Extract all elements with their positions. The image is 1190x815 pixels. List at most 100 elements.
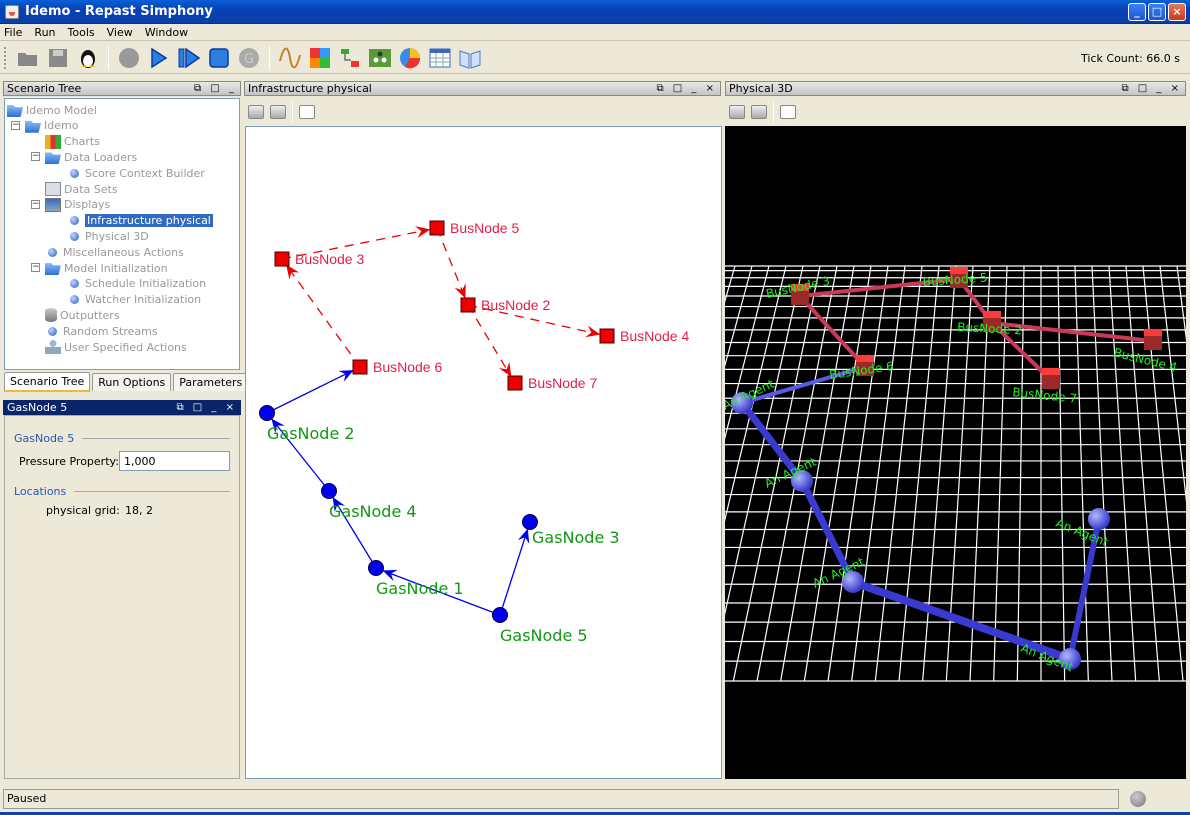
grid-line bbox=[898, 265, 940, 682]
movie-camera-icon[interactable] bbox=[751, 105, 767, 119]
table-icon bbox=[429, 48, 451, 67]
minimize-button[interactable]: _ bbox=[1128, 3, 1146, 21]
grid-line bbox=[1108, 265, 1137, 682]
wave-chart-icon bbox=[279, 47, 301, 68]
tree-item[interactable]: Data Loaders bbox=[45, 149, 137, 165]
tree-item-label: Physical 3D bbox=[85, 229, 149, 243]
info-icon[interactable] bbox=[1130, 791, 1146, 807]
start-run-button[interactable] bbox=[147, 46, 171, 70]
3d-label: BusNode 6 bbox=[828, 359, 894, 382]
tree-item[interactable]: Model Initialization bbox=[45, 260, 168, 276]
tree-item-label: Outputters bbox=[60, 308, 120, 322]
init-button[interactable] bbox=[117, 46, 141, 70]
tree-item[interactable]: Watcher Initialization bbox=[67, 292, 201, 308]
tree-item[interactable]: Score Context Builder bbox=[67, 165, 205, 181]
display3d-canvas[interactable]: BusNode 3 BusNode 5 BusNode 2 BusNode 6 BusN… bbox=[614, 126, 1190, 779]
tree-item[interactable]: Charts bbox=[45, 134, 100, 150]
tree-item[interactable]: Random Streams bbox=[45, 323, 158, 339]
panel-window-controls[interactable]: ⧉ □ _ × bbox=[1121, 82, 1182, 95]
tree-item[interactable]: Data Sets bbox=[45, 181, 118, 197]
pressure-input[interactable] bbox=[119, 451, 230, 471]
book-button[interactable] bbox=[458, 46, 482, 70]
panel-window-controls[interactable]: ⧉ □ _ × bbox=[656, 82, 717, 95]
tree-item[interactable]: Miscellaneous Actions bbox=[45, 244, 184, 260]
toolbar-separator bbox=[773, 102, 774, 122]
locations-section-title: Locations bbox=[14, 485, 230, 498]
linux-button[interactable] bbox=[76, 46, 100, 70]
color-grid-button[interactable] bbox=[308, 46, 332, 70]
tree-item-label: Miscellaneous Actions bbox=[63, 245, 184, 259]
close-button[interactable]: × bbox=[1168, 3, 1186, 21]
node-icon bbox=[70, 231, 79, 241]
panel-window-controls[interactable]: ⧉ □ _ bbox=[194, 82, 237, 95]
bus-node-label: BusNode 6 bbox=[373, 359, 442, 375]
menu-view[interactable]: View bbox=[107, 26, 133, 39]
collapse-toggle[interactable]: − bbox=[31, 199, 40, 209]
gas-node[interactable] bbox=[321, 483, 337, 499]
tree-item[interactable]: Physical 3D bbox=[67, 228, 149, 244]
gas-node[interactable] bbox=[259, 405, 275, 421]
open-button[interactable] bbox=[16, 46, 40, 70]
snapshot-camera-icon[interactable] bbox=[248, 105, 264, 119]
step-run-button[interactable] bbox=[177, 46, 201, 70]
bus-node-label: BusNode 3 bbox=[295, 251, 364, 267]
network-display-button[interactable] bbox=[368, 46, 392, 70]
edit-pen-icon[interactable] bbox=[299, 105, 315, 119]
collapse-toggle[interactable]: − bbox=[11, 120, 20, 130]
tree-item-label: Watcher Initialization bbox=[85, 293, 202, 307]
tree-view-button[interactable] bbox=[338, 46, 362, 70]
bus-node[interactable] bbox=[599, 328, 615, 344]
reset-run-button[interactable]: G bbox=[237, 46, 261, 70]
tree-item[interactable]: Displays bbox=[45, 197, 110, 213]
menu-tools[interactable]: Tools bbox=[68, 26, 95, 39]
stop-run-button[interactable] bbox=[207, 46, 231, 70]
tab-scenario-tree[interactable]: Scenario Tree bbox=[4, 372, 91, 392]
collapse-toggle[interactable]: − bbox=[31, 152, 40, 162]
user-icon bbox=[45, 340, 61, 354]
tree-item-label: Displays bbox=[64, 198, 111, 212]
display2d-toolbar bbox=[248, 100, 315, 124]
bus-node[interactable] bbox=[429, 220, 445, 236]
bus-node[interactable] bbox=[507, 375, 523, 391]
grid-label: physical grid: bbox=[46, 504, 120, 517]
tree-item[interactable]: Outputters bbox=[45, 307, 120, 323]
grid-line bbox=[1159, 265, 1190, 539]
bus-cube[interactable] bbox=[1042, 373, 1060, 389]
collapse-toggle[interactable]: − bbox=[31, 263, 40, 272]
bus-node[interactable] bbox=[274, 251, 290, 267]
node-icon bbox=[70, 216, 79, 226]
tree-item[interactable]: Idemo bbox=[25, 118, 78, 134]
tree-item[interactable]: User Specified Actions bbox=[45, 339, 187, 355]
wave-chart-button[interactable] bbox=[278, 46, 302, 70]
bus-node-label: BusNode 7 bbox=[528, 375, 597, 391]
tree-item[interactable]: Infrastructure physical bbox=[67, 213, 213, 229]
network-display-icon bbox=[369, 48, 391, 67]
pie-chart-button[interactable] bbox=[398, 46, 422, 70]
tab-run-options[interactable]: Run Options bbox=[92, 373, 172, 391]
menu-run[interactable]: Run bbox=[34, 26, 55, 39]
snapshot-camera-icon[interactable] bbox=[729, 105, 745, 119]
toolbar-separator bbox=[269, 45, 270, 70]
table-button[interactable] bbox=[428, 46, 452, 70]
tree-item[interactable]: Idemo Model bbox=[7, 102, 97, 118]
save-button[interactable] bbox=[46, 46, 70, 70]
agent-name: GasNode 5 bbox=[14, 432, 75, 445]
gas-node[interactable] bbox=[368, 560, 384, 576]
display2d-canvas[interactable]: BusNode 3 BusNode 5 BusNode 2 BusNode 4 BusN… bbox=[245, 126, 722, 779]
panel-window-controls[interactable]: ⧉ □ _ × bbox=[176, 401, 237, 414]
menu-file[interactable]: File bbox=[4, 26, 22, 39]
edit-pen-icon[interactable] bbox=[780, 105, 796, 119]
step-icon bbox=[178, 47, 201, 68]
bus-node[interactable] bbox=[352, 359, 368, 375]
toolbar-grip[interactable] bbox=[4, 46, 7, 69]
tab-parameters[interactable]: Parameters bbox=[173, 373, 249, 391]
movie-camera-icon[interactable] bbox=[270, 105, 286, 119]
menu-window[interactable]: Window bbox=[145, 26, 188, 39]
display3d-header: Physical 3D ⧉ □ _ × bbox=[725, 81, 1186, 96]
gas-node[interactable] bbox=[492, 607, 508, 623]
maximize-button[interactable]: □ bbox=[1148, 3, 1166, 21]
agent-sphere[interactable] bbox=[1088, 508, 1110, 530]
tree-item[interactable]: Schedule Initialization bbox=[67, 276, 206, 292]
bus-node[interactable] bbox=[460, 297, 476, 313]
bus-cube[interactable] bbox=[1144, 334, 1162, 350]
